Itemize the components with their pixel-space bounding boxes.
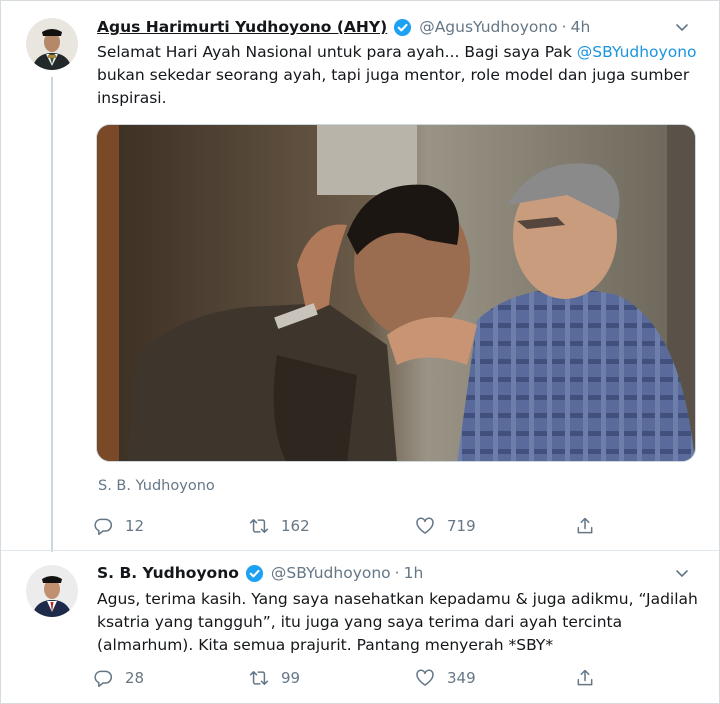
like-count: 349 (447, 669, 476, 687)
mention-link[interactable]: @SBYudhoyono (577, 43, 697, 61)
retweet-count: 162 (281, 517, 310, 535)
tweet-timestamp[interactable]: 1h (404, 564, 424, 582)
reply-count: 12 (125, 517, 145, 535)
tweet-sby[interactable]: S. B. Yudhoyono @SBYudhoyono · 1h Agus, … (1, 550, 719, 704)
tweet-actions: 28 99 349 (93, 667, 613, 689)
tweet-text-part: bukan sekedar seorang ayah, tapi juga me… (97, 66, 690, 107)
tweet-timestamp[interactable]: 4h (571, 18, 591, 36)
retweet-icon (249, 671, 269, 685)
author-handle[interactable]: @SBYudhoyono (271, 564, 391, 582)
tweet-text-part: Selamat Hari Ayah Nasional untuk para ay… (97, 43, 577, 61)
like-count: 719 (447, 517, 476, 535)
reply-count: 28 (125, 669, 145, 687)
tweet-text: Selamat Hari Ayah Nasional untuk para ay… (97, 41, 701, 110)
tweet-photo[interactable] (96, 124, 696, 462)
reply-icon (94, 670, 113, 688)
avatar-ahy[interactable] (26, 18, 78, 70)
tweet-thread: Agus Harimurti Yudhoyono (AHY) @AgusYudh… (0, 0, 720, 704)
tweet-ahy[interactable]: Agus Harimurti Yudhoyono (AHY) @AgusYudh… (1, 1, 719, 552)
tweet-actions: 12 162 719 (93, 515, 613, 537)
tweet-header: S. B. Yudhoyono @SBYudhoyono · 1h (97, 561, 695, 585)
separator-dot: · (561, 18, 567, 36)
chevron-down-icon[interactable] (673, 18, 691, 36)
retweet-icon (249, 519, 269, 533)
author-name[interactable]: Agus Harimurti Yudhoyono (AHY) (97, 18, 387, 36)
like-button[interactable]: 349 (415, 667, 476, 689)
share-button[interactable] (575, 515, 607, 537)
share-icon (577, 517, 593, 534)
share-button[interactable] (575, 667, 607, 689)
heart-icon (416, 517, 434, 534)
author-handle[interactable]: @AgusYudhoyono (419, 18, 557, 36)
avatar-sby[interactable] (26, 565, 78, 617)
reply-icon (94, 518, 113, 536)
tweet-text: Agus, terima kasih. Yang saya nasehatkan… (97, 590, 698, 654)
reply-button[interactable]: 28 (93, 667, 144, 689)
retweet-count: 99 (281, 669, 301, 687)
verified-badge-icon (245, 564, 264, 583)
retweet-button[interactable]: 162 (249, 515, 310, 537)
like-button[interactable]: 719 (415, 515, 476, 537)
photo-tag-caption[interactable]: S. B. Yudhoyono (98, 478, 215, 494)
retweet-button[interactable]: 99 (249, 667, 300, 689)
author-name[interactable]: S. B. Yudhoyono (97, 564, 239, 582)
verified-badge-icon (393, 18, 412, 37)
share-icon (577, 669, 593, 686)
reply-button[interactable]: 12 (93, 515, 144, 537)
tweet-header: Agus Harimurti Yudhoyono (AHY) @AgusYudh… (97, 15, 695, 39)
chevron-down-icon[interactable] (673, 564, 691, 582)
thread-connector-line (51, 77, 53, 552)
heart-icon (416, 669, 434, 686)
separator-dot: · (394, 564, 400, 582)
